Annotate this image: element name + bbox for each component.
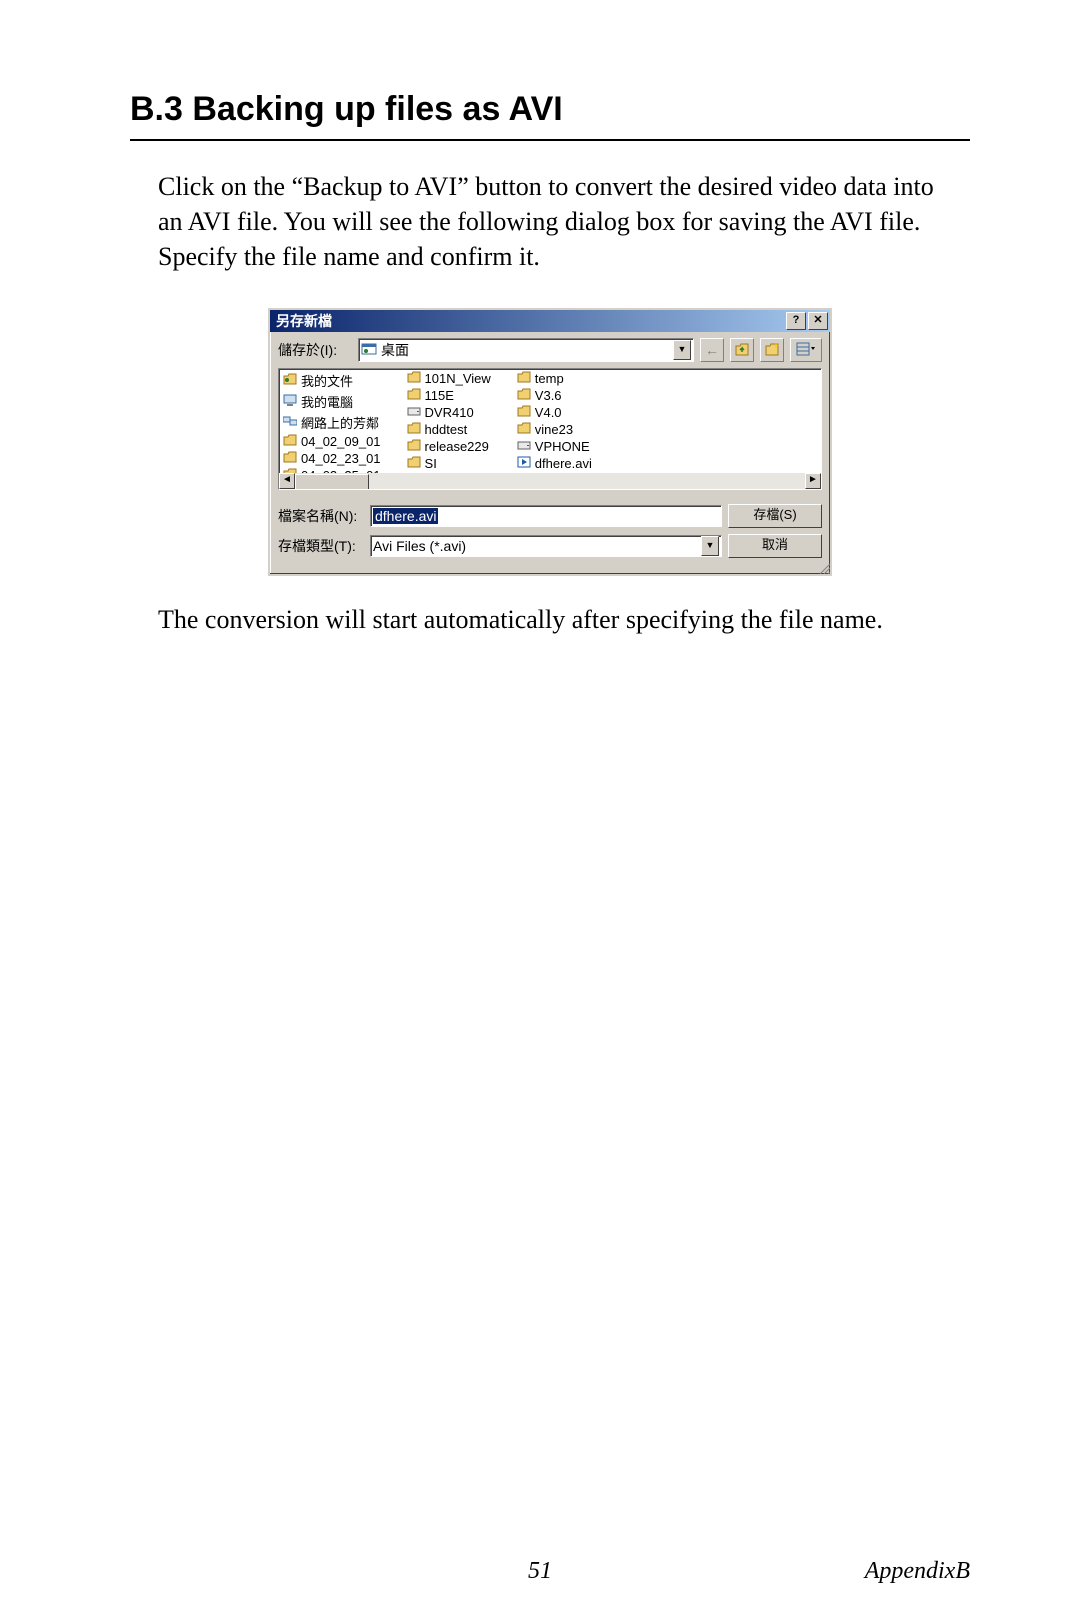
file-list[interactable]: 我的文件我的電腦網路上的芳鄰04_02_09_0104_02_23_0104_0… (278, 368, 822, 490)
folder-icon (407, 371, 421, 386)
new-folder-icon (764, 341, 780, 360)
file-item-label: vine23 (535, 422, 573, 437)
cancel-button[interactable]: 取消 (728, 534, 822, 558)
filetype-dropdown-icon[interactable]: ▼ (701, 536, 719, 556)
file-item-label: hddtest (425, 422, 468, 437)
page-number: 51 (528, 1558, 552, 1585)
section-heading: B.3 Backing up files as AVI (130, 90, 970, 129)
folder-icon (517, 405, 531, 420)
file-item-label: 04_02_09_01 (301, 434, 381, 449)
file-item-label: 115E (425, 388, 454, 403)
file-item[interactable]: 網路上的芳鄰 (283, 413, 381, 432)
dialog-title: 另存新檔 (276, 311, 784, 331)
file-item-label: 我的電腦 (301, 392, 353, 411)
folder-icon (283, 434, 297, 449)
save-button[interactable]: 存檔(S) (728, 504, 822, 528)
filename-input[interactable]: dfhere.avi (370, 505, 722, 527)
views-icon (796, 342, 816, 359)
file-item[interactable]: release229 (407, 439, 491, 454)
new-folder-button[interactable] (760, 338, 784, 362)
file-item-label: VPHONE (535, 439, 590, 454)
file-item-label: release229 (425, 439, 489, 454)
file-item-label: 我的文件 (301, 371, 353, 390)
file-item-label: V3.6 (535, 388, 562, 403)
horizontal-scrollbar[interactable]: ◄ ► (279, 473, 821, 489)
up-one-level-button[interactable] (730, 338, 754, 362)
file-item-label: 101N_View (425, 371, 491, 386)
save-in-label: 儲存於(I): (278, 340, 352, 360)
filename-label: 檔案名稱(N): (278, 506, 364, 526)
folder-icon (407, 439, 421, 454)
up-one-level-icon (734, 341, 750, 360)
scroll-thumb[interactable] (295, 474, 369, 490)
file-item[interactable]: hddtest (407, 422, 491, 437)
file-item-label: V4.0 (535, 405, 562, 420)
folder-icon (517, 388, 531, 403)
save-in-value: 桌面 (381, 340, 669, 360)
pc-icon (283, 394, 297, 409)
avi-icon (517, 456, 531, 471)
dialog-titlebar[interactable]: 另存新檔 ? ✕ (270, 310, 830, 332)
save-as-dialog: 另存新檔 ? ✕ 儲存於(I): 桌面 ▼ ← (268, 308, 832, 576)
folder-icon (283, 451, 297, 466)
file-item[interactable]: 04_02_23_01 (283, 451, 381, 466)
filetype-value: Avi Files (*.avi) (373, 538, 466, 554)
filetype-combobox[interactable]: Avi Files (*.avi) ▼ (370, 535, 722, 557)
desktop-icon (361, 341, 377, 360)
filetype-label: 存檔類型(T): (278, 536, 364, 556)
folder-icon (407, 456, 421, 471)
save-in-combobox[interactable]: 桌面 ▼ (358, 338, 694, 362)
file-item[interactable]: 115E (407, 388, 491, 403)
appendix-label: AppendixB (865, 1558, 970, 1585)
close-button[interactable]: ✕ (808, 312, 828, 330)
file-item[interactable]: dfhere.avi (517, 456, 592, 471)
file-item-label: 網路上的芳鄰 (301, 413, 379, 432)
file-item-label: SI (425, 456, 437, 471)
scroll-right-icon[interactable]: ► (805, 473, 821, 489)
file-item-label: DVR410 (425, 405, 474, 420)
outro-paragraph: The conversion will start automatically … (158, 602, 948, 637)
drv-icon (407, 405, 421, 420)
file-item[interactable]: temp (517, 371, 592, 386)
file-item-label: 04_02_23_01 (301, 451, 381, 466)
scroll-left-icon[interactable]: ◄ (279, 473, 295, 489)
file-item[interactable]: SI (407, 456, 491, 471)
file-item[interactable]: 04_02_09_01 (283, 434, 381, 449)
intro-paragraph: Click on the “Backup to AVI” button to c… (158, 169, 948, 274)
docs-icon (283, 373, 297, 388)
save-in-dropdown-icon[interactable]: ▼ (673, 340, 691, 360)
views-button[interactable] (790, 338, 822, 362)
file-item-label: dfhere.avi (535, 456, 592, 471)
file-item[interactable]: 我的文件 (283, 371, 381, 390)
folder-icon (407, 422, 421, 437)
file-item[interactable]: V3.6 (517, 388, 592, 403)
file-item[interactable]: 101N_View (407, 371, 491, 386)
file-item[interactable]: DVR410 (407, 405, 491, 420)
file-item[interactable]: V4.0 (517, 405, 592, 420)
folder-icon (517, 371, 531, 386)
help-button[interactable]: ? (786, 312, 806, 330)
file-item[interactable]: 我的電腦 (283, 392, 381, 411)
folder-icon (517, 422, 531, 437)
resize-grip-icon[interactable] (270, 564, 830, 574)
folder-icon (407, 388, 421, 403)
back-arrow-icon: ← (705, 342, 719, 358)
net-icon (283, 415, 297, 430)
back-button[interactable]: ← (700, 338, 724, 362)
heading-rule (130, 139, 970, 141)
file-item[interactable]: VPHONE (517, 439, 592, 454)
drv-icon (517, 439, 531, 454)
file-item-label: temp (535, 371, 564, 386)
file-item[interactable]: vine23 (517, 422, 592, 437)
filename-value: dfhere.avi (373, 508, 438, 524)
